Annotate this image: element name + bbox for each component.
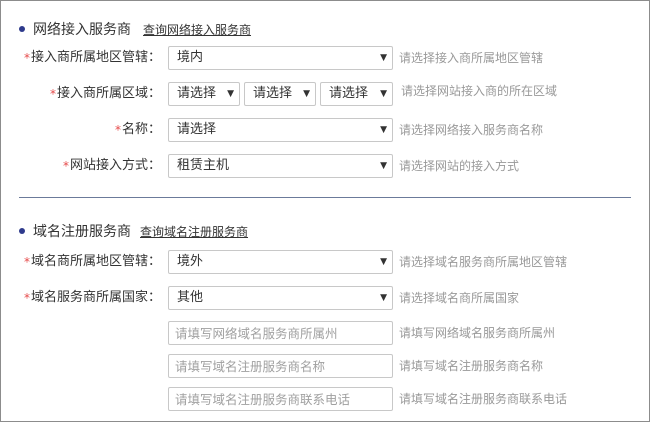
isp-area-label: * 接入商所属区域：	[50, 82, 161, 106]
registrar-phone-hint: 请填写域名注册服务商联系电话	[399, 392, 568, 406]
chevron-down-icon: ▼	[380, 257, 387, 267]
isp-jurisdiction-hint: 请选择接入商所属地区管辖	[399, 51, 544, 65]
section-registrar-title: 域名注册服务商	[33, 224, 131, 240]
section-divider	[19, 197, 631, 198]
isp-access-value: 租赁主机	[177, 158, 230, 173]
isp-province-select[interactable]: 请选择 ▼	[168, 82, 240, 106]
required-asterisk-icon: *	[23, 255, 30, 269]
chevron-down-icon: ▼	[303, 89, 310, 99]
registrar-phone-input[interactable]	[168, 387, 393, 411]
isp-jurisdiction-label: * 接入商所属地区管辖：	[24, 46, 161, 70]
query-isp-link[interactable]: 查询网络接入服务商	[143, 21, 251, 38]
registrar-jurisdiction-hint: 请选择域名服务商所属地区管辖	[399, 255, 568, 269]
isp-city-select[interactable]: 请选择 ▼	[244, 82, 316, 106]
isp-access-hint: 请选择网站的接入方式	[399, 159, 520, 173]
isp-jurisdiction-label-text: 接入商所属地区管辖：	[30, 50, 161, 65]
registrar-jurisdiction-select[interactable]: 境外 ▼	[168, 250, 393, 274]
chevron-down-icon: ▼	[380, 293, 387, 303]
registrar-jurisdiction-label-text: 域名商所属地区管辖：	[30, 254, 161, 269]
isp-access-label: * 网站接入方式：	[63, 154, 161, 178]
isp-access-label-text: 网站接入方式：	[69, 158, 161, 173]
required-asterisk-icon: *	[62, 159, 69, 173]
chevron-down-icon: ▼	[380, 53, 387, 63]
section-isp-title: 网络接入服务商	[33, 22, 131, 38]
required-asterisk-icon: *	[23, 291, 30, 305]
registrar-state-input[interactable]	[168, 321, 393, 345]
registrar-name-hint: 请填写域名注册服务商名称	[399, 359, 544, 373]
registrar-name-input[interactable]	[168, 354, 393, 378]
isp-district-select[interactable]: 请选择 ▼	[320, 82, 393, 106]
section-isp-header: 网络接入服务商 查询网络接入服务商	[19, 19, 251, 39]
chevron-down-icon: ▼	[380, 89, 387, 99]
required-asterisk-icon: *	[49, 87, 56, 101]
isp-name-label: * 名称：	[115, 118, 161, 142]
registrar-state-hint: 请填写网络域名服务商所属州	[399, 326, 556, 340]
isp-jurisdiction-value: 境内	[177, 50, 204, 65]
query-registrar-link[interactable]: 查询域名注册服务商	[140, 223, 248, 240]
registrar-country-label-text: 域名服务商所属国家：	[30, 290, 161, 305]
chevron-down-icon: ▼	[227, 89, 234, 99]
isp-province-value: 请选择	[177, 86, 217, 101]
required-asterisk-icon: *	[114, 123, 121, 137]
isp-name-value: 请选择	[177, 122, 217, 137]
bullet-icon	[19, 26, 25, 32]
chevron-down-icon: ▼	[380, 161, 387, 171]
isp-area-label-text: 接入商所属区域：	[56, 86, 161, 101]
isp-area-hint: 请选择网站接入商的所在区域	[401, 84, 558, 98]
registrar-country-value: 其他	[177, 290, 204, 305]
chevron-down-icon: ▼	[380, 125, 387, 135]
registrar-country-select[interactable]: 其他 ▼	[168, 286, 393, 310]
isp-name-label-text: 名称：	[121, 122, 161, 137]
section-registrar-header: 域名注册服务商 查询域名注册服务商	[19, 221, 248, 241]
registrar-country-label: * 域名服务商所属国家：	[24, 286, 161, 310]
isp-city-value: 请选择	[253, 86, 293, 101]
registrar-country-hint: 请选择域名商所属国家	[399, 291, 520, 305]
bullet-icon	[19, 228, 25, 234]
registrar-jurisdiction-value: 境外	[177, 254, 204, 269]
isp-name-select[interactable]: 请选择 ▼	[168, 118, 393, 142]
isp-district-value: 请选择	[329, 86, 369, 101]
required-asterisk-icon: *	[23, 51, 30, 65]
form-frame: 网络接入服务商 查询网络接入服务商 * 接入商所属地区管辖： 境内 ▼ 请选择接…	[0, 0, 650, 422]
isp-name-hint: 请选择网络接入服务商名称	[399, 123, 544, 137]
registrar-jurisdiction-label: * 域名商所属地区管辖：	[24, 250, 161, 274]
isp-jurisdiction-select[interactable]: 境内 ▼	[168, 46, 393, 70]
isp-access-select[interactable]: 租赁主机 ▼	[168, 154, 393, 178]
